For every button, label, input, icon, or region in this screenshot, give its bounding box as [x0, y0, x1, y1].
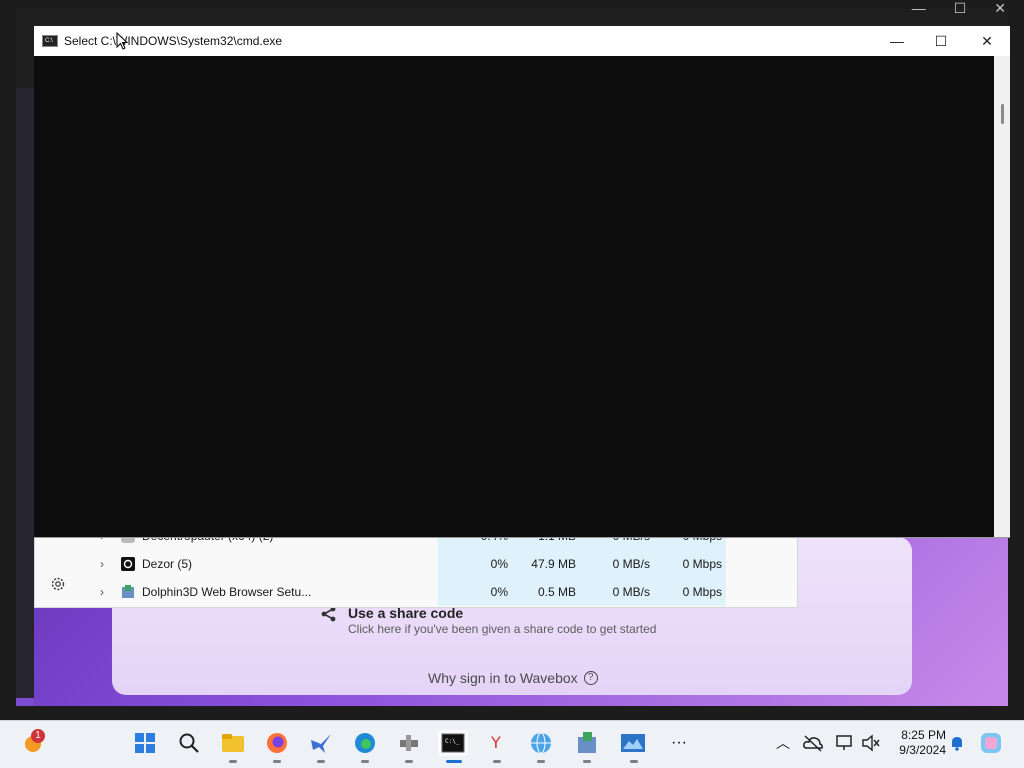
explorer-running-indicator	[229, 760, 237, 763]
cmd-app-icon: C:\	[42, 35, 58, 47]
edge-icon[interactable]	[352, 730, 378, 756]
clock-time: 8:25 PM	[901, 728, 946, 742]
process-memory: 0.5 MB	[512, 578, 580, 606]
copilot-icon[interactable]	[978, 730, 1004, 756]
svg-text:Y: Y	[490, 733, 501, 752]
process-disk: 0 MB/s	[580, 550, 654, 578]
dezor-app-icon	[121, 557, 135, 571]
app-yahoo-icon[interactable]: Y	[484, 730, 510, 756]
process-name: Dolphin3D Web Browser Setu...	[142, 585, 312, 599]
notification-bell-icon[interactable]	[944, 730, 970, 756]
start-icon[interactable]	[132, 730, 158, 756]
process-memory: 47.9 MB	[512, 550, 580, 578]
process-network: 0 Mbps	[654, 550, 726, 578]
firefox-running-indicator	[273, 760, 281, 763]
process-cpu: 0%	[438, 550, 512, 578]
why-signin-label: Why sign in to Wavebox	[428, 670, 578, 686]
file-explorer-icon[interactable]	[220, 730, 246, 756]
minimize-button[interactable]: —	[874, 26, 920, 56]
globe-running-indicator	[537, 760, 545, 763]
installer-icon[interactable]	[574, 730, 600, 756]
terminal-active-indicator	[446, 760, 462, 763]
share-code-option[interactable]: Use a share code Click here if you've be…	[320, 605, 656, 636]
volume-muted-icon[interactable]	[858, 730, 884, 756]
search-icon[interactable]	[176, 730, 202, 756]
more-icon[interactable]: ···	[666, 730, 692, 756]
plane-running-indicator	[405, 760, 413, 763]
yahoo-running-indicator	[493, 760, 501, 763]
help-icon: ?	[583, 671, 598, 685]
mouse-cursor-icon	[116, 32, 128, 50]
network-icon[interactable]	[832, 730, 858, 756]
app-bird-icon[interactable]	[308, 730, 334, 756]
close-button[interactable]: ✕	[964, 26, 1010, 56]
process-row[interactable]: › Dezor (5) 0% 47.9 MB 0 MB/s 0 Mbps	[34, 550, 798, 578]
process-cpu: 0%	[438, 578, 512, 606]
edge-running-indicator	[361, 760, 369, 763]
bg-close-icon[interactable]: ✕	[994, 0, 1006, 22]
settings-gear-icon[interactable]	[50, 576, 66, 592]
process-row[interactable]: › Dolphin3D Web Browser Setu... 0% 0.5 M…	[34, 578, 798, 606]
clock-date: 9/3/2024	[899, 743, 946, 757]
bg-maximize-icon[interactable]: ☐	[954, 0, 967, 22]
expand-chevron-icon[interactable]: ›	[100, 585, 108, 599]
firefox-icon[interactable]	[264, 730, 290, 756]
system-clock[interactable]: 8:25 PM 9/3/2024	[884, 728, 946, 758]
cmd-console-area[interactable]	[34, 56, 994, 537]
installer-app-icon	[122, 585, 134, 598]
cmd-scrollbar[interactable]	[994, 56, 1010, 537]
bg-minimize-icon[interactable]: —	[912, 0, 926, 22]
share-code-subtitle: Click here if you've been given a share …	[348, 622, 657, 636]
background-app-sidebar	[16, 88, 34, 698]
onedrive-offline-icon[interactable]	[800, 730, 826, 756]
image-app-icon[interactable]	[620, 730, 646, 756]
cmd-scrollbar-thumb[interactable]	[1001, 104, 1004, 124]
process-network: 0 Mbps	[654, 578, 726, 606]
terminal-icon[interactable]: C:\_	[438, 730, 468, 756]
process-disk: 0 MB/s	[580, 578, 654, 606]
why-signin-link[interactable]: Why sign in to Wavebox ?	[428, 670, 598, 686]
maximize-button[interactable]: ☐	[918, 26, 964, 56]
image-app-running-indicator	[630, 760, 638, 763]
notification-badge: 1	[31, 729, 45, 743]
process-name: Dezor (5)	[142, 557, 193, 571]
expand-chevron-icon[interactable]: ›	[100, 557, 108, 571]
globe-icon[interactable]	[528, 730, 554, 756]
svg-text:C:\_: C:\_	[445, 738, 460, 745]
bird-running-indicator	[317, 760, 325, 763]
app-plane-icon[interactable]	[396, 730, 422, 756]
tray-expand-icon[interactable]: ︿	[770, 730, 796, 756]
installer-running-indicator	[583, 760, 591, 763]
background-window-controls: — ☐ ✕	[912, 0, 1006, 22]
cmd-window-title: Select C:\WINDOWS\System32\cmd.exe	[64, 34, 283, 48]
